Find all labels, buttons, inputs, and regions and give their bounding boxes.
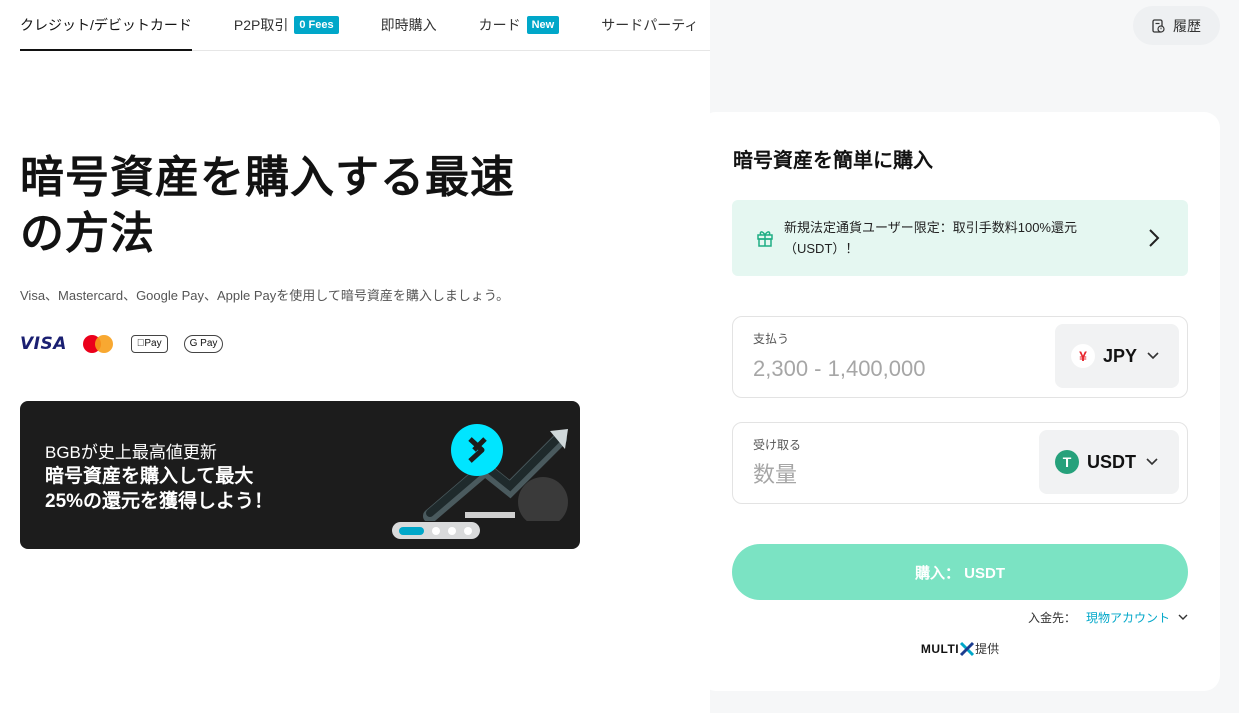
page-title: 暗号資産を購入する最速 の方法 — [20, 150, 580, 262]
gift-icon — [757, 231, 773, 247]
banner-body: 暗号資産を購入して最大 25%の還元を獲得しよう！ — [45, 466, 274, 512]
tab-label: クレジット/デビットカード — [20, 16, 192, 33]
deposit-destination: 入金先： 現物アカウント — [1028, 609, 1188, 626]
promo-banner[interactable]: BGBが史上最高値更新 暗号資産を購入して最大 25%の還元を獲得しよう！ — [20, 401, 580, 549]
chevron-down-icon[interactable] — [1178, 614, 1188, 621]
tab-p2p[interactable]: P2P取引 0 Fees — [234, 0, 339, 50]
receive-field: 受け取る T USDT — [732, 422, 1188, 504]
tab-third-party[interactable]: サードパーティ — [601, 0, 698, 50]
carousel-dot[interactable] — [448, 526, 457, 535]
provider-logo: MULTI — [920, 641, 960, 656]
receive-currency-select[interactable]: T USDT — [1039, 430, 1179, 494]
provider-x-icon — [960, 641, 975, 656]
new-badge: New — [526, 15, 560, 34]
tab-card[interactable]: カード New — [479, 0, 560, 50]
panel-title: 暗号資産を簡単に購入 — [733, 150, 933, 172]
chevron-right-icon — [1149, 229, 1160, 247]
pay-amount-input[interactable] — [753, 353, 1033, 385]
pay-currency-label: JPY — [1103, 345, 1138, 366]
tether-icon: T — [1055, 450, 1079, 474]
title-line-1: 暗号資産を購入する最速 — [20, 153, 515, 202]
left-content-area — [0, 0, 710, 713]
banner-illustration — [423, 424, 568, 521]
new-user-promo[interactable]: 新規法定通貨ユーザー限定：取引手数料100%還元（USDT）！ — [732, 200, 1188, 276]
carousel-dot[interactable] — [464, 526, 473, 535]
page-subtitle: Visa、Mastercard、Google Pay、Apple Payを使用し… — [20, 288, 510, 303]
chevron-down-icon — [1146, 458, 1158, 466]
tab-credit-debit-card[interactable]: クレジット/デビットカード — [20, 0, 192, 51]
carousel-dot-active[interactable] — [399, 526, 425, 535]
carousel-dot[interactable] — [432, 526, 441, 535]
tab-label: P2P取引 — [233, 16, 289, 33]
history-label: 履歴 — [1173, 17, 1201, 34]
google-pay-logo: G Pay — [183, 335, 224, 353]
promo-text: 新規法定通貨ユーザー限定：取引手数料100%還元（USDT）！ — [784, 220, 1077, 256]
receive-currency-label: USDT — [1087, 451, 1136, 472]
provider-suffix: 提供 — [975, 642, 1000, 656]
pay-currency-select[interactable]: ¥ JPY — [1055, 324, 1179, 388]
mastercard-logo — [82, 334, 113, 354]
receive-label: 受け取る — [753, 438, 802, 452]
tab-label: カード — [478, 16, 521, 33]
provider-credit: MULTI 提供 — [700, 640, 1220, 657]
buy-panel: 暗号資産を簡単に購入 新規法定通貨ユーザー限定：取引手数料100%還元（USDT… — [700, 112, 1220, 691]
buy-button[interactable]: 購入： USDT — [732, 544, 1188, 600]
chevron-down-icon — [1147, 352, 1159, 360]
apple-pay-logo: Pay — [130, 335, 168, 353]
title-line-2: の方法 — [20, 209, 155, 258]
carousel-indicator[interactable] — [392, 522, 480, 539]
visa-logo: VISA — [20, 334, 67, 354]
pay-field: 支払う ¥ JPY — [732, 316, 1188, 398]
payment-logos: VISA Pay G Pay — [20, 334, 239, 354]
history-button[interactable]: 履歴 — [1133, 6, 1220, 45]
history-icon — [1152, 18, 1165, 33]
zero-fees-badge: 0 Fees — [294, 15, 339, 34]
tab-label: 即時購入 — [380, 16, 437, 33]
yen-icon: ¥ — [1071, 344, 1095, 368]
tab-label: サードパーティ — [601, 16, 699, 33]
banner-headline: BGBが史上最高値更新 — [45, 443, 217, 462]
deposit-label: 入金先： — [1027, 611, 1076, 625]
tab-instant-buy[interactable]: 即時購入 — [381, 0, 437, 50]
deposit-account-select[interactable]: 現物アカウント — [1086, 609, 1170, 626]
purchase-method-tabs: クレジット/デビットカード P2P取引 0 Fees 即時購入 カード New … — [20, 0, 710, 51]
pay-label: 支払う — [753, 332, 790, 346]
receive-amount-input[interactable] — [753, 459, 1033, 491]
